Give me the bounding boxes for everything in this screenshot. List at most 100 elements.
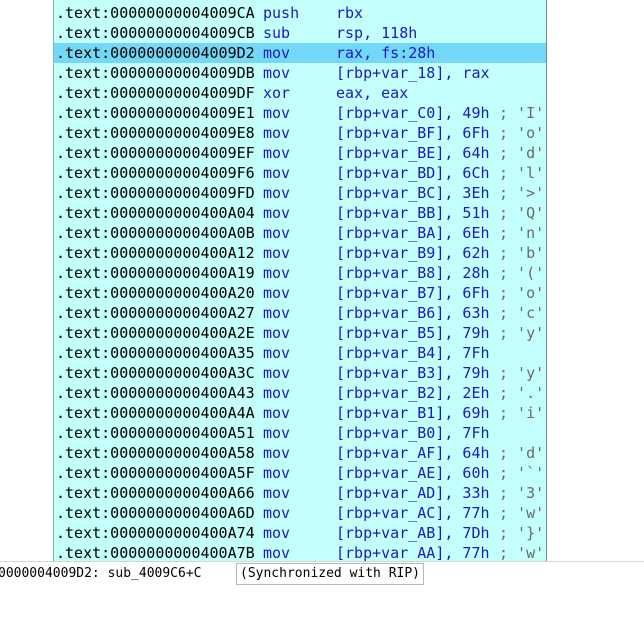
status-bar: 0000004009D2: sub_4009C6+C (Synchronized… (0, 561, 644, 586)
disasm-line[interactable]: .text:0000000000400A3C mov [rbp+var_B3], 7… (54, 363, 546, 383)
disasm-line[interactable]: .text:0000000000400A20 mov [rbp+var_B7], 6… (54, 283, 546, 303)
disasm-line[interactable]: .text:0000000000400A27 mov [rbp+var_B6], 6… (54, 303, 546, 323)
mnemonic: mov (263, 484, 291, 502)
mnemonic: mov (263, 324, 291, 342)
sync-indicator[interactable]: (Synchronized with RIP) (236, 563, 425, 585)
operands: rsp, 118h (336, 24, 418, 42)
operands: [rbp+var_BD], 6Ch (336, 164, 490, 182)
disasm-line[interactable]: .text:00000000004009FD mov [rbp+var_BC], 3… (54, 183, 546, 203)
operands: [rbp+var_B9], 62h (336, 244, 490, 262)
disassembly-view[interactable]: .text:00000000004009CA push rbx .text:00000… (53, 0, 547, 564)
mnemonic: mov (263, 284, 291, 302)
comment: ; 'n' (499, 224, 545, 242)
mnemonic: mov (263, 244, 291, 262)
disasm-line[interactable]: .text:00000000004009EF mov [rbp+var_BE], 6… (54, 143, 546, 163)
operands: rax, fs:28h (336, 44, 436, 62)
mnemonic: xor (263, 84, 291, 102)
comment: ; 'w' (499, 504, 545, 522)
address-label: .text:0000000000400A20 (56, 284, 255, 302)
comment: ; 'd' (499, 444, 545, 462)
mnemonic: mov (263, 104, 291, 122)
address-label: .text:0000000000400A58 (56, 444, 255, 462)
mnemonic: push (263, 4, 300, 22)
disasm-line[interactable]: .text:0000000000400A74 mov [rbp+var_AB], 7… (54, 523, 546, 543)
comment: ; 'i' (499, 404, 545, 422)
address-label: .text:00000000004009DF (56, 84, 255, 102)
address-label: .text:00000000004009E1 (56, 104, 255, 122)
address-label: .text:0000000000400A35 (56, 344, 255, 362)
comment: ; '>' (499, 184, 545, 202)
address-label: .text:0000000000400A04 (56, 204, 255, 222)
mnemonic: mov (263, 384, 291, 402)
disasm-line[interactable]: .text:0000000000400A0B mov [rbp+var_BA], 6… (54, 223, 546, 243)
disasm-line[interactable]: .text:0000000000400A4A mov [rbp+var_B1], 6… (54, 403, 546, 423)
operands: [rbp+var_B1], 69h (336, 404, 490, 422)
mnemonic: mov (263, 144, 291, 162)
address-label: .text:0000000000400A19 (56, 264, 255, 282)
mnemonic: mov (263, 504, 291, 522)
address-label: .text:0000000000400A5F (56, 464, 255, 482)
comment: ; '`' (499, 464, 545, 482)
address-label: .text:0000000000400A7B (56, 544, 255, 562)
address-label: .text:0000000000400A43 (56, 384, 255, 402)
disasm-line[interactable]: .text:0000000000400A43 mov [rbp+var_B2], 2… (54, 383, 546, 403)
disasm-line[interactable]: .text:0000000000400A5F mov [rbp+var_AE], 6… (54, 463, 546, 483)
disasm-line[interactable]: .text:0000000000400A12 mov [rbp+var_B9], 6… (54, 243, 546, 263)
disasm-line[interactable]: .text:0000000000400A35 mov [rbp+var_B4], 7… (54, 343, 546, 363)
comment: ; 'l' (499, 164, 545, 182)
disasm-line[interactable]: .text:0000000000400A58 mov [rbp+var_AF], 6… (54, 443, 546, 463)
disasm-line[interactable]: .text:0000000000400A7B mov [rbp+var_AA], 7… (54, 543, 546, 563)
disasm-line[interactable]: .text:0000000000400A04 mov [rbp+var_BB], 5… (54, 203, 546, 223)
address-label: .text:0000000000400A3C (56, 364, 255, 382)
mnemonic: mov (263, 124, 291, 142)
address-label: .text:0000000000400A6D (56, 504, 255, 522)
disasm-line[interactable]: .text:0000000000400A6D mov [rbp+var_AC], 7… (54, 503, 546, 523)
disasm-line[interactable]: .text:00000000004009E8 mov [rbp+var_BF], 6… (54, 123, 546, 143)
disasm-line[interactable]: .text:00000000004009D2 mov rax, fs:28h (54, 43, 546, 63)
disasm-line[interactable]: .text:00000000004009F6 mov [rbp+var_BD], 6… (54, 163, 546, 183)
mnemonic: mov (263, 44, 291, 62)
disasm-line[interactable]: .text:00000000004009DF xor eax, eax (54, 83, 546, 103)
comment: ; 'I' (499, 104, 545, 122)
comment: ; 'o' (499, 284, 545, 302)
mnemonic: mov (263, 304, 291, 322)
operands: [rbp+var_AA], 77h (336, 544, 490, 562)
address-label: .text:00000000004009CB (56, 24, 255, 42)
mnemonic: mov (263, 184, 291, 202)
operands: [rbp+var_BB], 51h (336, 204, 490, 222)
disasm-line[interactable]: .text:0000000000400A2E mov [rbp+var_B5], 7… (54, 323, 546, 343)
comment: ; 'Q' (499, 204, 545, 222)
mnemonic: sub (263, 24, 291, 42)
address-label: .text:0000000000400A4A (56, 404, 255, 422)
disasm-line[interactable]: .text:00000000004009CA push rbx (54, 3, 546, 23)
operands: [rbp+var_C0], 49h (336, 104, 490, 122)
disasm-line[interactable]: .text:0000000000400A51 mov [rbp+var_B0], 7… (54, 423, 546, 443)
operands: [rbp+var_B5], 79h (336, 324, 490, 342)
operands: [rbp+var_B8], 28h (336, 264, 490, 282)
disasm-line[interactable]: .text:0000000000400A66 mov [rbp+var_AD], 3… (54, 483, 546, 503)
address-label: .text:0000000000400A0B (56, 224, 255, 242)
operands: [rbp+var_BE], 64h (336, 144, 490, 162)
mnemonic: mov (263, 424, 291, 442)
mnemonic: mov (263, 264, 291, 282)
mnemonic: mov (263, 404, 291, 422)
mnemonic: mov (263, 204, 291, 222)
mnemonic: mov (263, 64, 291, 82)
disasm-line[interactable]: .text:0000000000400A19 mov [rbp+var_B8], 2… (54, 263, 546, 283)
mnemonic: mov (263, 444, 291, 462)
comment: ; 'b' (499, 244, 545, 262)
address-label: .text:0000000000400A27 (56, 304, 255, 322)
disasm-line[interactable]: .text:00000000004009E1 mov [rbp+var_C0], 4… (54, 103, 546, 123)
comment: ; '.' (499, 384, 545, 402)
disasm-line[interactable]: .text:00000000004009DB mov [rbp+var_18], r… (54, 63, 546, 83)
comment: ; 'w' (499, 544, 545, 562)
comment: ; 'o' (499, 124, 545, 142)
address-label: .text:0000000000400A12 (56, 244, 255, 262)
address-label: .text:00000000004009FD (56, 184, 255, 202)
mnemonic: mov (263, 344, 291, 362)
comment: ; '3' (499, 484, 545, 502)
mnemonic: mov (263, 464, 291, 482)
address-label: .text:00000000004009F6 (56, 164, 255, 182)
address-label: .text:00000000004009DB (56, 64, 255, 82)
disasm-line[interactable]: .text:00000000004009CB sub rsp, 118h (54, 23, 546, 43)
